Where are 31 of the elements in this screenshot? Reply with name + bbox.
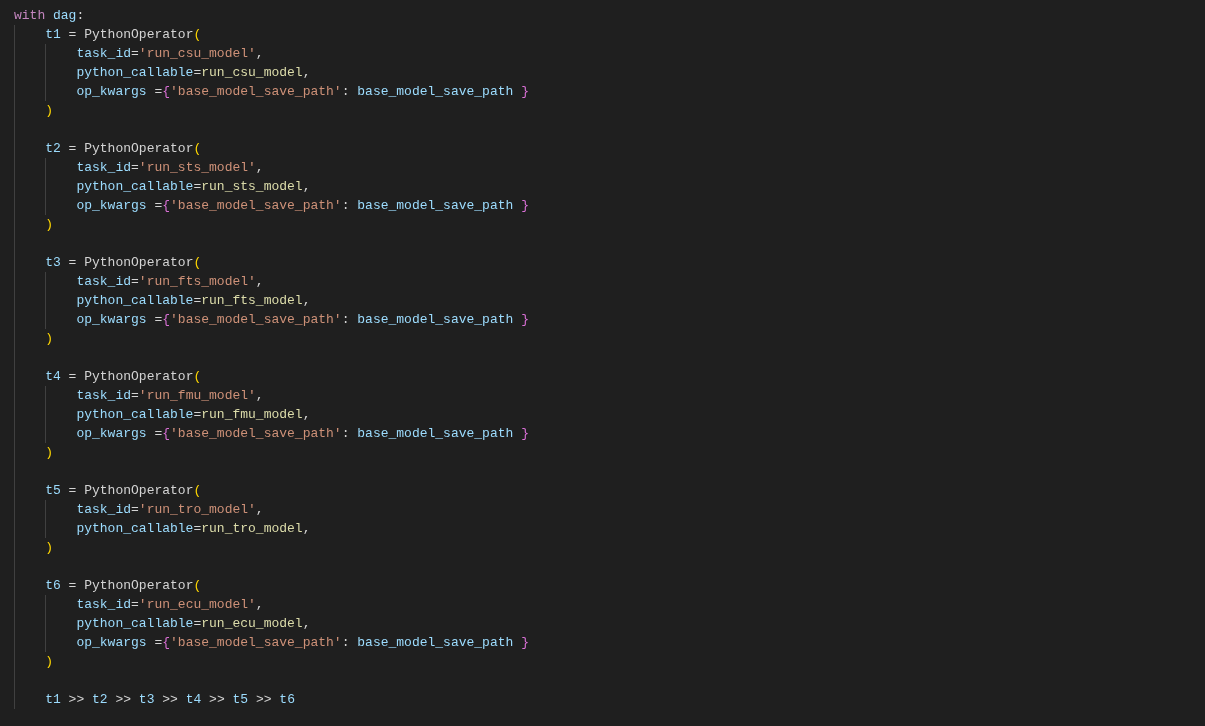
code-line: op_kwargs ={'base_model_save_path': base_model_save_path } [76,425,529,443]
code-line: with dag: [14,7,85,25]
code-line: python_callable=run_csu_model, [76,64,311,82]
code-line: ) [45,539,53,557]
code-line: task_id='run_fmu_model', [76,387,264,405]
code-line: ) [45,102,53,120]
code-line: op_kwargs ={'base_model_save_path': base_model_save_path } [76,83,529,101]
code-line: ) [45,653,53,671]
code-line: python_callable=run_fmu_model, [76,406,311,424]
code-line: op_kwargs ={'base_model_save_path': base_model_save_path } [76,634,529,652]
code-line: t3 = PythonOperator( [45,254,202,272]
code-line: python_callable=run_tro_model, [76,520,311,538]
code-line: t5 = PythonOperator( [45,482,202,500]
code-line: task_id='run_csu_model', [76,45,264,63]
code-line: python_callable=run_ecu_model, [76,615,311,633]
code-line: op_kwargs ={'base_model_save_path': base_model_save_path } [76,311,529,329]
code-line: task_id='run_tro_model', [76,501,264,519]
code-line: ) [45,330,53,348]
code-line: ) [45,444,53,462]
code-line: ) [45,216,53,234]
code-line: t6 = PythonOperator( [45,577,202,595]
code-line: python_callable=run_sts_model, [76,178,311,196]
code-line: op_kwargs ={'base_model_save_path': base_model_save_path } [76,197,529,215]
code-line: t1 = PythonOperator( [45,26,202,44]
code-line: t2 = PythonOperator( [45,140,202,158]
code-line: t1 >> t2 >> t3 >> t4 >> t5 >> t6 [45,691,295,709]
code-line: python_callable=run_fts_model, [76,292,311,310]
code-line: task_id='run_sts_model', [76,159,264,177]
code-line: t4 = PythonOperator( [45,368,202,386]
code-line: task_id='run_fts_model', [76,273,264,291]
code-line: task_id='run_ecu_model', [76,596,264,614]
